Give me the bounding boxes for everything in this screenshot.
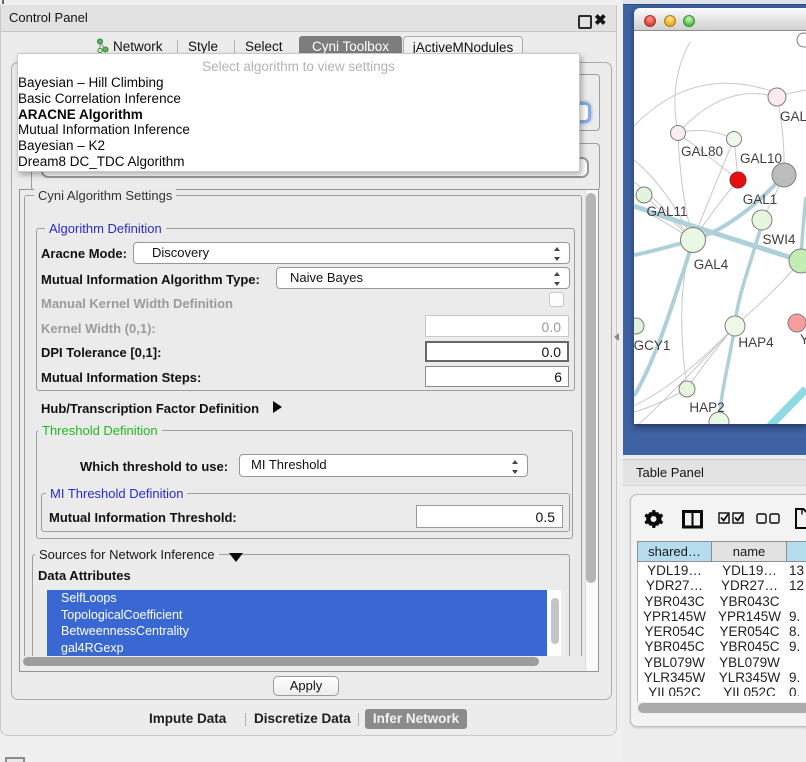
svg-text:GCY1: GCY1 xyxy=(634,338,670,353)
svg-text:GAL80: GAL80 xyxy=(681,144,723,159)
svg-text:HAP4: HAP4 xyxy=(738,335,774,350)
svg-text:GAL7: GAL7 xyxy=(780,109,806,124)
svg-text:HAP2: HAP2 xyxy=(689,400,724,415)
svg-text:GAL1: GAL1 xyxy=(743,192,778,207)
svg-text:SWI4: SWI4 xyxy=(762,232,795,247)
svg-text:GAL10: GAL10 xyxy=(740,151,782,166)
svg-text:Y: Y xyxy=(800,332,806,347)
svg-text:GAL11: GAL11 xyxy=(646,204,687,219)
svg-text:GAL4: GAL4 xyxy=(694,257,729,272)
